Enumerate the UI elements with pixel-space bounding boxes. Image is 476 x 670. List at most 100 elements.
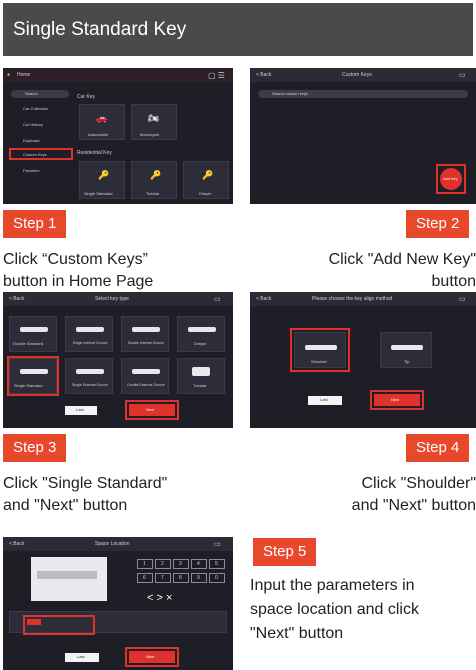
highlight-add-key [436,164,466,194]
tile-label: Single Standard [84,191,113,196]
save-icon[interactable]: ▭ [459,71,466,79]
type-label: Single Internal Groove [72,341,108,345]
search-label: Search [25,91,38,96]
nav-arrows[interactable]: < > × [147,592,172,604]
tile-label: Automobile [88,132,109,137]
num-key-0[interactable]: 0 [209,573,225,583]
key-icon [391,345,423,350]
sidebar-item-2[interactable]: Duplicate [23,138,40,143]
step-caption-1: Click “Custom Keys” button in Home Page [3,251,154,290]
num-key-7[interactable]: 7 [155,573,171,583]
car-icon: 🚗 [96,113,108,123]
screen-title: Custom Keys [342,72,372,78]
align-tip[interactable]: Tip [380,332,432,368]
search-label: Search custom keys [272,91,309,96]
highlight-params [23,615,95,635]
screen-title: Select key type [95,296,129,302]
back-button[interactable]: < Back [9,296,24,302]
tile-single-standard[interactable]: 🔑 Single Standard [79,161,125,199]
type-tubular[interactable]: Tubular [177,358,225,394]
step-badge-1: Step 1 [3,210,67,238]
screenshot-space-location: < Back Space Location ▭ 1 2 3 4 5 6 7 8 … [3,537,233,670]
screenshot-home: ● Home ▢ ☰ Search Car Collection Cut His… [3,68,233,204]
save-icon[interactable]: ▭ [214,295,221,303]
step-badge-2: Step 2 [406,210,470,238]
home-logo: ● [7,72,11,78]
tile-dimple[interactable]: 🔑 Dimple [183,161,229,199]
num-key-1[interactable]: 1 [137,559,153,569]
type-label: Dimple [194,341,207,346]
screenshot-key-type: < Back Select key type ▭ Double Standard… [3,292,233,428]
type-single-internal-groove[interactable]: Single Internal Groove [65,316,113,352]
back-button[interactable]: < Back [256,296,271,302]
page-header: Single Standard Key [3,3,473,56]
type-label: Double Standard [13,341,44,346]
section-residential-key: Residential Key [77,150,112,156]
step-caption-4: Click "Shoulder" and "Next" button [351,475,476,514]
num-key-6[interactable]: 6 [137,573,153,583]
key-icon: 🔑 [150,170,162,180]
back-button[interactable]: < Back [256,72,271,78]
highlight-single-standard [7,356,59,396]
tile-motorcycle[interactable]: 🏍 Motorcycle [131,104,177,140]
screenshot-custom-keys: < Back Custom Keys ▭ Search custom keys … [250,68,476,204]
tile-label: Tubular [146,191,160,196]
key-icon: 🔑 [202,170,214,180]
highlight-next [125,647,179,667]
key-icon [188,327,216,332]
save-icon[interactable]: ▭ [214,540,221,548]
sidebar-item-1[interactable]: Cut History [23,122,43,127]
key-icon [132,327,160,332]
sidebar-item-0[interactable]: Car Collection [23,106,48,111]
num-key-4[interactable]: 4 [191,559,207,569]
screen-title: Please choose the key align method [312,296,393,302]
search-box[interactable] [11,90,69,98]
tile-automobile[interactable]: 🚗 Automobile [79,104,125,140]
key-icon [20,327,48,332]
highlight-next [125,400,179,420]
highlight-next [370,390,424,410]
key-icon [192,367,210,376]
type-double-standard[interactable]: Double Standard [9,316,57,352]
type-label: Double External Groove [127,383,165,387]
section-car-key: Car Key [77,94,96,100]
key-icon [132,369,160,374]
num-key-3[interactable]: 3 [173,559,189,569]
tile-tubular[interactable]: 🔑 Tubular [131,161,177,199]
num-key-9[interactable]: 9 [191,573,207,583]
type-label: Double Internal Groove [127,341,165,345]
app-title: Home [17,72,31,78]
step-badge-3: Step 3 [3,434,67,462]
num-key-2[interactable]: 2 [155,559,171,569]
highlight-shoulder [290,328,350,372]
type-dimple[interactable]: Dimple [177,316,225,352]
screen-title: Space Location [95,541,130,547]
align-label: Tip [404,359,410,364]
key-icon: 🔑 [98,170,110,180]
key-icon [76,369,104,374]
back-button[interactable]: < Back [9,541,24,547]
type-double-internal-groove[interactable]: Double Internal Groove [121,316,169,352]
step-badge-4: Step 4 [406,434,470,462]
type-label: Tubular [193,383,207,388]
key-icon [76,327,104,332]
step-caption-3: Click "Single Standard" and "Next" butto… [3,475,168,514]
type-double-external-groove[interactable]: Double External Groove [121,358,169,394]
step-badge-5: Step 5 [253,538,317,566]
sidebar-item-4[interactable]: Favorites [23,168,39,173]
step-caption-5: Input the parameters in space location a… [250,577,419,642]
num-key-8[interactable]: 8 [173,573,189,583]
last-label: Last [320,397,328,402]
motorcycle-icon: 🏍 [148,113,160,123]
highlight-custom-keys [9,148,73,160]
save-icon[interactable]: ▭ [459,295,466,303]
menu-icon[interactable]: ▢ ☰ [208,71,225,80]
top-bar [3,68,233,82]
last-label: Last [77,654,85,659]
page-title: Single Standard Key [13,19,187,40]
step-caption-2: Click "Add New Key" button [328,251,476,290]
key-blade [37,571,97,579]
type-single-external-groove[interactable]: Single External Groove [65,358,113,394]
key-preview [31,557,107,601]
num-key-5[interactable]: 5 [209,559,225,569]
